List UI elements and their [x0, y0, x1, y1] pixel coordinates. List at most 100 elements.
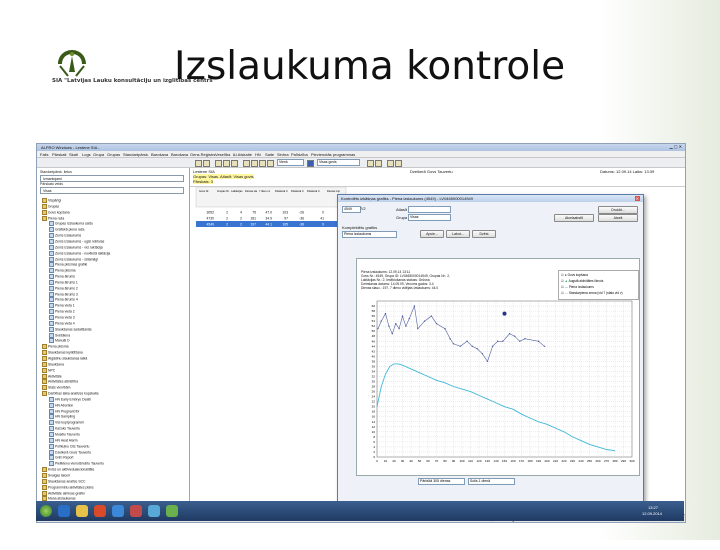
cow-number-combo[interactable]: 4549 [342, 206, 361, 213]
toolbar-icon[interactable] [395, 160, 402, 167]
toolbar-icon[interactable] [243, 160, 250, 167]
apply-button[interactable]: Apvie... [420, 230, 444, 238]
tree-child-item[interactable]: Piena vieta 3 [49, 315, 75, 320]
tree-child-item[interactable]: Dzelkerā Govs Tauvertu [49, 450, 91, 455]
tree-child-item[interactable]: Piena vieta 4 [49, 321, 75, 326]
chart-type-combo[interactable]: Piena izslaukums [342, 231, 397, 238]
window-controls[interactable]: ▁ ▢ ✕ [670, 144, 682, 149]
toolbar-icon[interactable] [259, 160, 266, 167]
tree-child-item[interactable]: Piena ātrums 2 [49, 286, 78, 291]
delete-button[interactable]: Dzēst [472, 230, 496, 238]
menu-item[interactable]: Pārskati [52, 152, 66, 157]
column-header[interactable]: Govs Nr. [199, 189, 209, 193]
tree-folder-item[interactable]: Stats vienībām [42, 385, 70, 390]
tree-folder-item[interactable]: Slaukšanas analīze SCC [42, 479, 86, 484]
report-source-combo[interactable]: Izmantojami [40, 175, 184, 182]
tree-folder-item[interactable]: Slaukšana [42, 362, 64, 367]
step-combo[interactable]: Solis 1 dienā [468, 478, 515, 485]
menu-item[interactable]: Veselība [215, 152, 230, 157]
tree-child-item[interactable]: HN Early Embryo Death [49, 397, 91, 402]
menu-item[interactable]: Gens.Reģistrs [190, 152, 215, 157]
tree-folder-item[interactable]: Aktivitāte [42, 374, 62, 379]
tree-folder-item[interactable]: Govs kopšana [42, 210, 70, 215]
tree-child-item[interactable]: Zems izslaukums - vid. laktācija [49, 245, 103, 250]
tree-child-item[interactable]: HN Pregnant fbr [49, 409, 80, 414]
tree-child-item[interactable]: Grafiskā piena raža [49, 227, 84, 232]
menu-item[interactable]: Grupas [107, 152, 120, 157]
tree-folder-item[interactable]: Slaukšanas iepildīšana [42, 350, 83, 355]
cancel-button[interactable]: Atcelt [598, 214, 638, 222]
menu-item[interactable]: Pievienotās programmas [311, 152, 355, 157]
select-cow-button[interactable]: Atcelsabstīt [554, 214, 594, 222]
column-header[interactable]: 7 dienu vi [259, 189, 271, 193]
app-icon[interactable] [94, 505, 106, 517]
tree-child-item[interactable]: HN Sampling [49, 414, 75, 419]
tree-child-item[interactable]: Polīkuļku Cits Tauvertu [49, 444, 89, 449]
tree-child-item[interactable]: Piena plūsmas grafiki [49, 262, 87, 267]
filter-icon[interactable] [307, 160, 314, 167]
tree-folder-item[interactable]: Svaigas laiceri [42, 473, 70, 478]
menu-item[interactable]: Sinhra [277, 152, 289, 157]
tree-child-item[interactable]: Piena vieta 1 [49, 303, 75, 308]
period-combo[interactable]: Pārbūtā 305 dienas [418, 478, 465, 485]
tree-folder-item[interactable]: Atgādinu slaukšanas laikā [42, 356, 87, 361]
toolbar-cow-filter[interactable]: Visas govis [317, 159, 360, 166]
tree-folder-item[interactable]: Darbības laika analīzes kopskaita [42, 391, 99, 396]
menu-item[interactable]: Logs [82, 152, 91, 157]
tree-child-item[interactable]: Slaukšanas sadalīšanās [49, 327, 92, 332]
folder-icon[interactable] [76, 505, 88, 517]
app-icon[interactable] [148, 505, 160, 517]
start-button-icon[interactable] [40, 505, 52, 517]
tree-child-item[interactable]: Zems izslaukums - sūtamāgi [49, 257, 98, 262]
group-combo[interactable]: Visas [408, 214, 451, 221]
tree-folder-item[interactable]: Kvīss un aktīvieduakcionalitāte [42, 467, 94, 472]
tree-child-item[interactable]: Piena ātrums [49, 274, 75, 279]
report-type-combo[interactable]: Visas [40, 187, 184, 194]
tree-child-item[interactable]: Grupas izslaukuma saīšu [49, 221, 93, 226]
toolbar-icon[interactable] [267, 160, 274, 167]
tree-child-item[interactable]: Piena ātrums 3 [49, 292, 78, 297]
browser-icon[interactable] [58, 505, 70, 517]
menu-item[interactable]: Barošana [171, 152, 188, 157]
tree-child-item[interactable]: Zems izslaukums [49, 233, 81, 238]
tree-child-item[interactable]: Visi kopīprogrammi [49, 420, 84, 425]
filter-combo[interactable] [408, 206, 451, 213]
tree-folder-item[interactable]: Grupas [42, 204, 59, 209]
toolbar-icon[interactable] [251, 160, 258, 167]
column-header[interactable]: Laktācijas [231, 189, 243, 193]
toolbar-icon[interactable] [231, 160, 238, 167]
column-header[interactable]: Dzelkerā C [307, 189, 320, 193]
toolbar-icon[interactable] [215, 160, 222, 167]
column-header[interactable]: Dienas sla [245, 189, 258, 193]
tree-child-item[interactable]: HN Abortion [49, 403, 73, 408]
toolbar-icon[interactable] [223, 160, 230, 167]
tree-folder-item[interactable]: Piena raža [42, 216, 64, 221]
toolbar-combo-small[interactable]: Vienk [277, 159, 304, 166]
tree-child-item[interactable]: Zems izslaukums - ugāl. kārtulas [49, 239, 104, 244]
tree-child-item[interactable]: Piena ātrums 4 [49, 297, 78, 302]
app-icon[interactable] [130, 505, 142, 517]
menu-item[interactable]: Barošana [151, 152, 168, 157]
tree-child-item[interactable]: Manuāl D [49, 338, 70, 343]
toolbar-icon[interactable] [195, 160, 202, 167]
tree-folder-item[interactable]: Aktivitātes atbilstība [42, 379, 78, 384]
tree-folder-item[interactable]: NPC [42, 368, 55, 373]
tree-child-item[interactable]: HN Heat Alarm [49, 438, 78, 443]
menu-item[interactable]: Saite [265, 152, 274, 157]
toolbar-icon[interactable] [367, 160, 374, 167]
menu-item[interactable]: Standartpārsk. [123, 152, 149, 157]
menu-item[interactable]: Fails [40, 152, 48, 157]
tree-child-item[interactable]: Zems izslaukums - novēlotā laktācija [49, 251, 110, 256]
tree-child-item[interactable]: Piena vieta 2 [49, 309, 75, 314]
print-button[interactable]: Drukāt... [598, 206, 638, 214]
menu-item[interactable]: Skati [69, 152, 78, 157]
toolbar-icon[interactable] [203, 160, 210, 167]
toolbar-icon[interactable] [375, 160, 382, 167]
menu-item[interactable]: Ш.Atskaite [233, 152, 252, 157]
tree-child-item[interactable]: Piena ātrums 1 [49, 280, 78, 285]
close-icon[interactable]: ✕ [634, 195, 640, 201]
app-icon[interactable] [112, 505, 124, 517]
edit-button[interactable]: Labot... [446, 230, 470, 238]
toolbar-icon[interactable] [387, 160, 394, 167]
tree-child-item[interactable]: Svētdiena [49, 333, 70, 338]
